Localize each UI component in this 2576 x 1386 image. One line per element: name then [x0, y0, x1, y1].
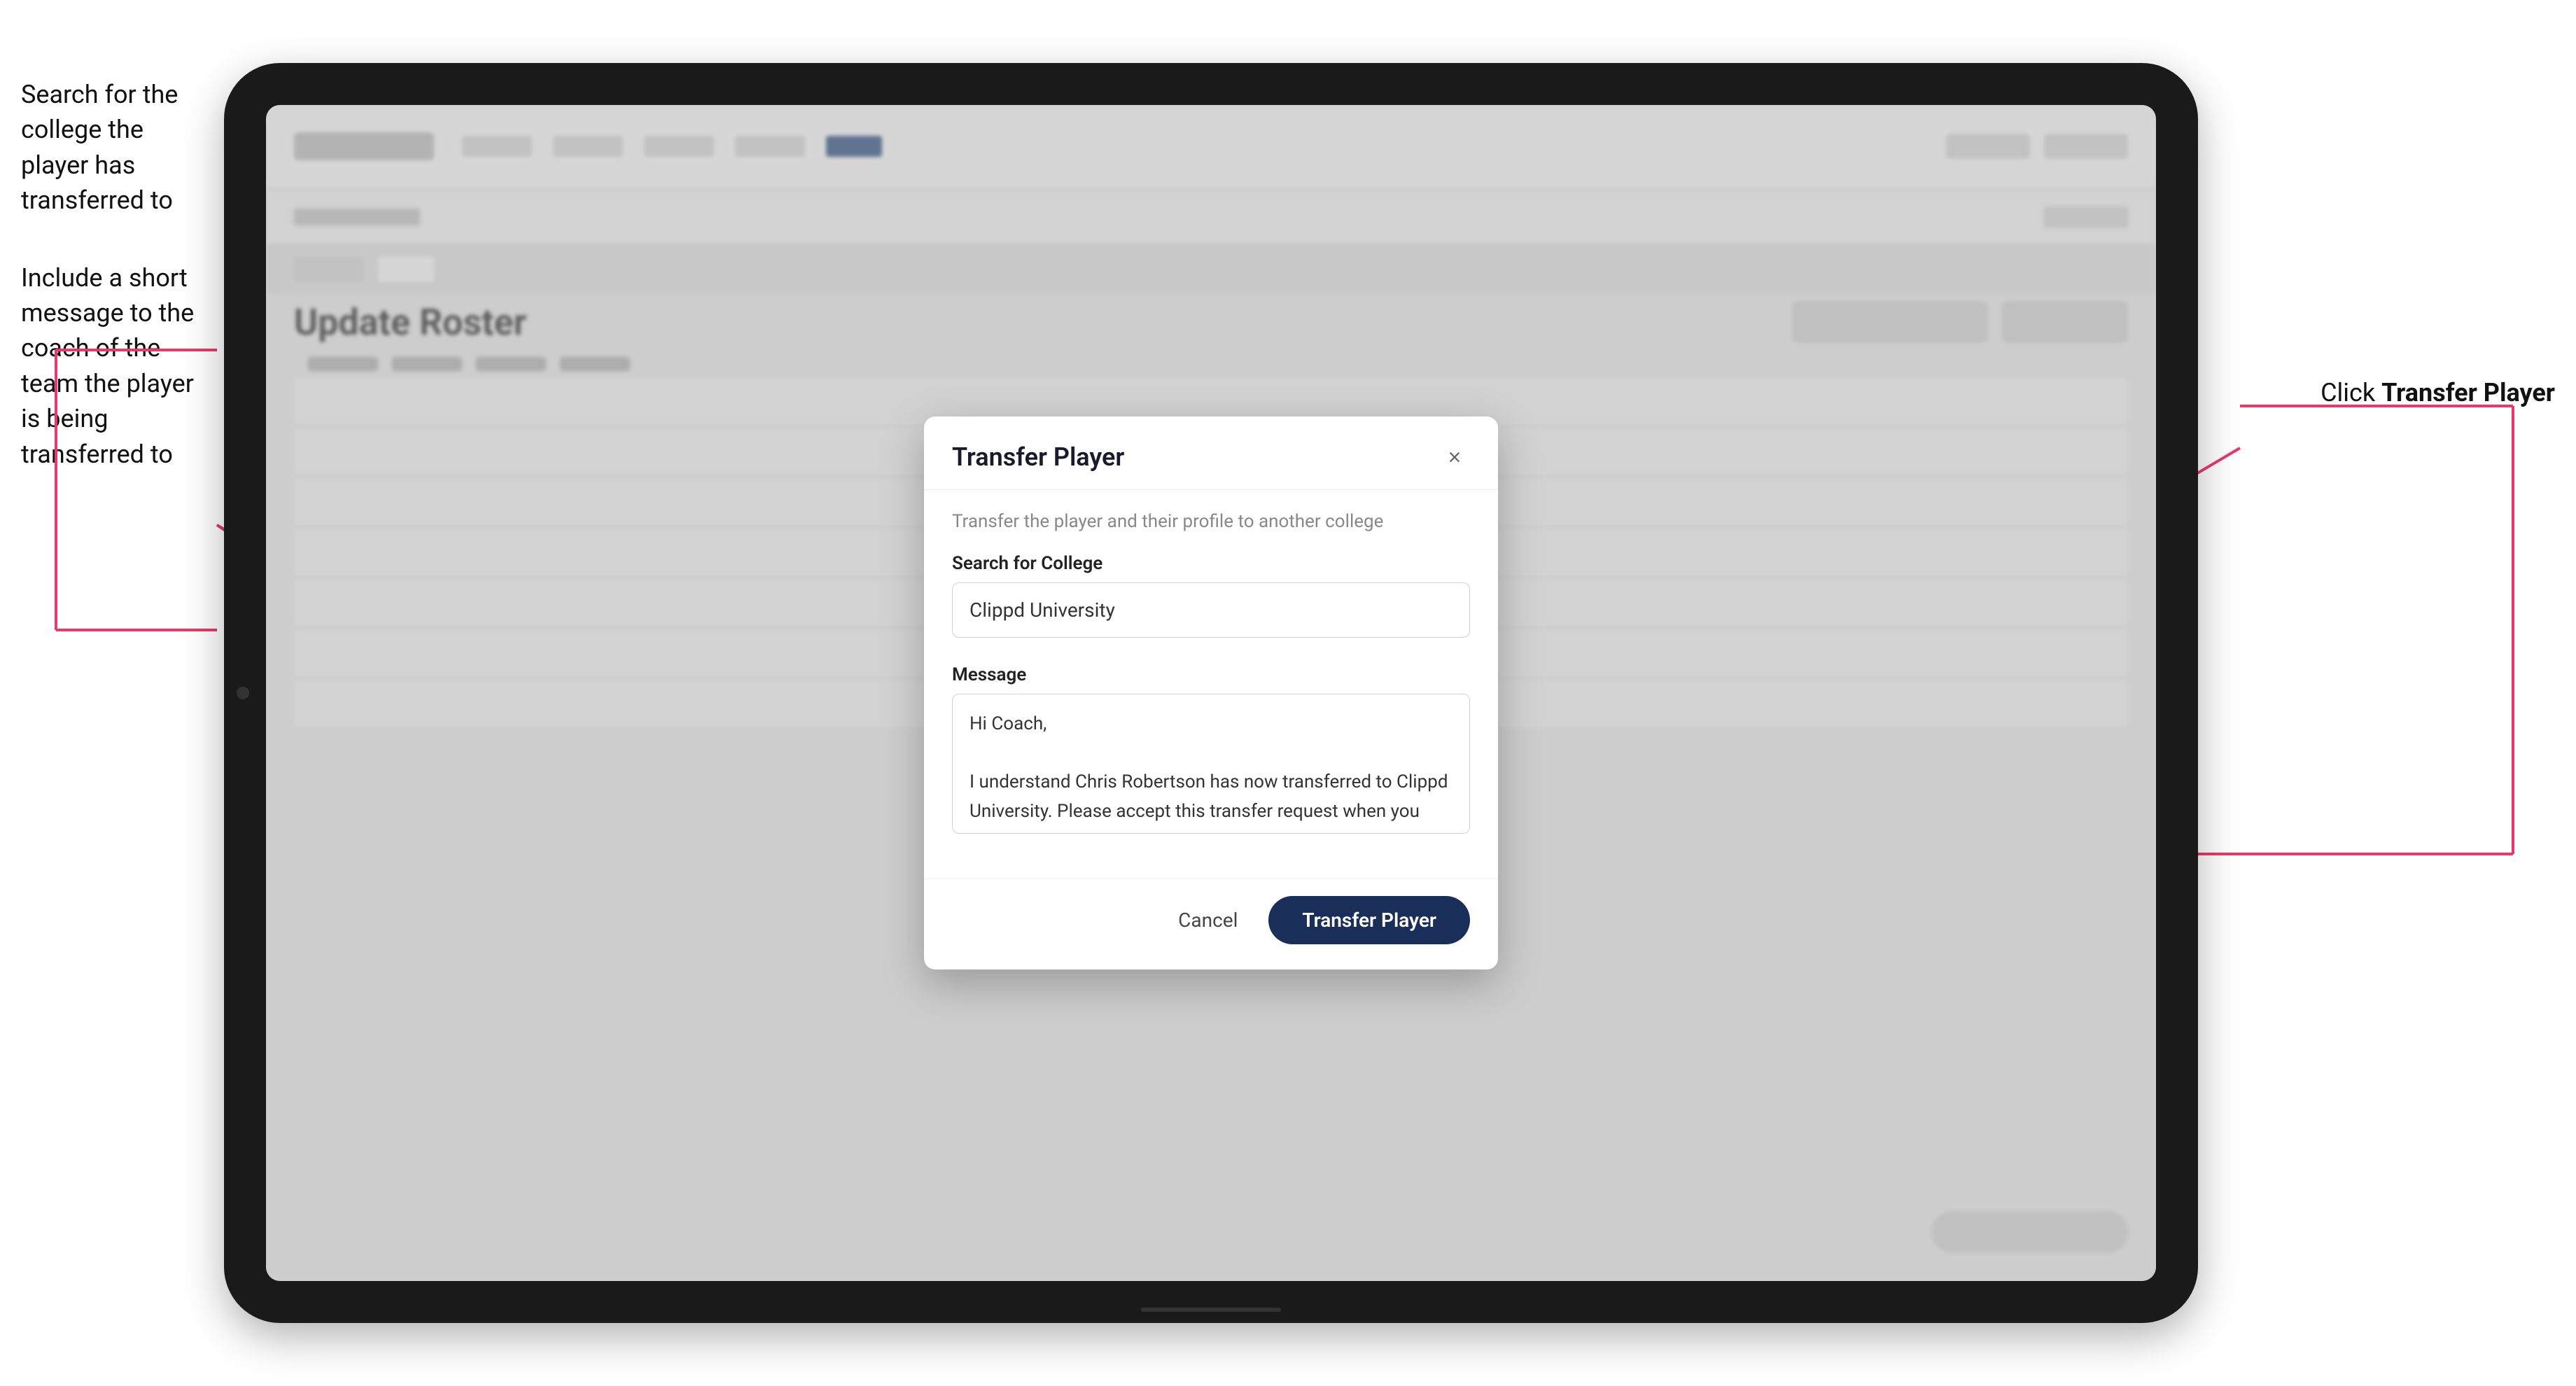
message-textarea[interactable]: Hi Coach, I understand Chris Robertson h…	[952, 694, 1470, 834]
transfer-label: Transfer Player	[1302, 909, 1436, 932]
annotation-right: Click Transfer Player	[2320, 378, 2555, 407]
modal-subtitle: Transfer the player and their profile to…	[952, 511, 1470, 532]
modal-body: Transfer the player and their profile to…	[924, 490, 1498, 878]
annotation-left: Search for the college the player has tr…	[21, 77, 217, 472]
close-icon: ×	[1448, 446, 1462, 468]
modal-close-button[interactable]: ×	[1439, 442, 1470, 472]
modal-dialog: Transfer Player × Transfer the player an…	[924, 416, 1498, 969]
transfer-player-button[interactable]: Transfer Player	[1268, 896, 1470, 944]
search-college-group: Search for College	[952, 553, 1470, 657]
cancel-label: Cancel	[1178, 909, 1238, 932]
ipad-screen: Update Roster	[266, 105, 2156, 1281]
modal-header: Transfer Player ×	[924, 416, 1498, 490]
ipad-camera	[237, 687, 249, 699]
annotation-right-bold: Transfer Player	[2381, 378, 2555, 407]
annotation-left-top: Search for the college the player has tr…	[21, 77, 217, 218]
modal-overlay: Transfer Player × Transfer the player an…	[266, 105, 2156, 1281]
message-group: Message Hi Coach, I understand Chris Rob…	[952, 664, 1470, 844]
cancel-button[interactable]: Cancel	[1164, 899, 1252, 941]
annotation-left-bottom: Include a short message to the coach of …	[21, 260, 217, 472]
search-college-input[interactable]	[952, 582, 1470, 638]
ipad-home-bar	[1141, 1308, 1281, 1312]
modal-footer: Cancel Transfer Player	[924, 878, 1498, 969]
ipad-device: Update Roster	[224, 63, 2198, 1323]
search-college-label: Search for College	[952, 553, 1470, 574]
modal-title: Transfer Player	[952, 442, 1124, 472]
message-label: Message	[952, 664, 1470, 685]
